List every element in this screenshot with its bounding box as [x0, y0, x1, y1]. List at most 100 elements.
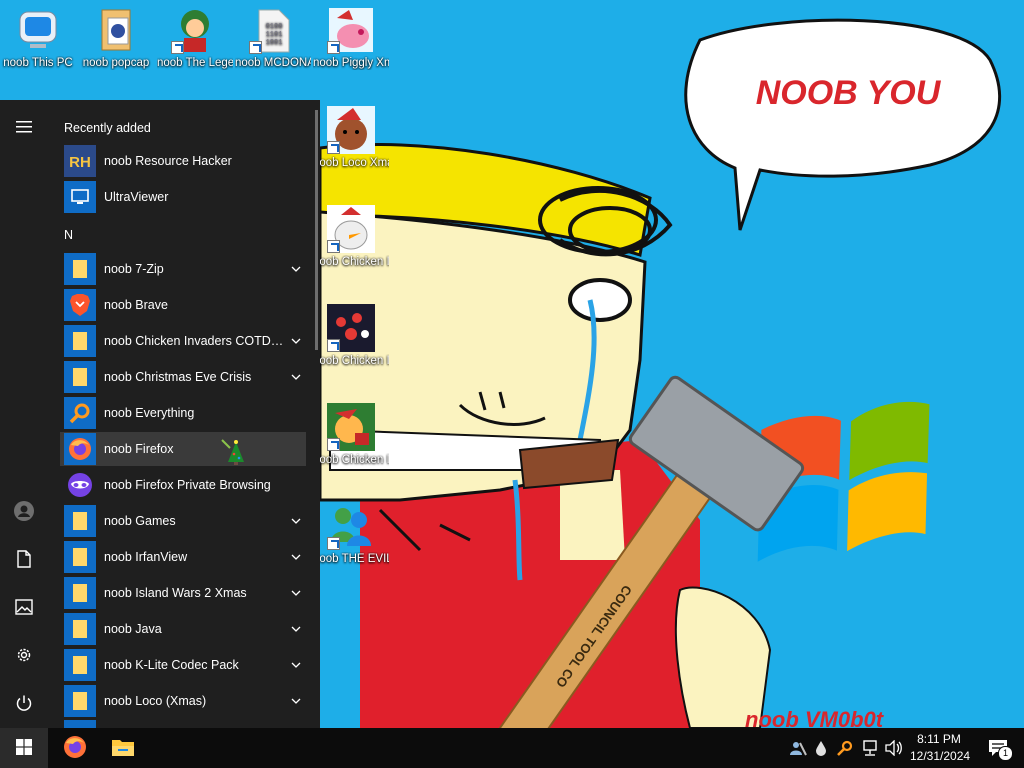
app-item-label: noob Loco (Xmas) [104, 694, 207, 708]
start-button[interactable] [0, 728, 48, 768]
chevron-down-icon[interactable] [286, 576, 306, 610]
chevron-down-icon[interactable] [286, 648, 306, 682]
desktop-icon-mcdona[interactable]: 010011011001 noob MCDONA... [235, 6, 311, 70]
desktop-icon-label: noob Chicken Invaders 3 X... [313, 256, 389, 268]
chevron-down-icon[interactable] [286, 612, 306, 646]
app-item-k-lite[interactable]: noob K-Lite Codec Pack [60, 648, 306, 682]
desktop-icon-this-pc[interactable]: noob This PC [0, 6, 76, 70]
app-item-island-wars[interactable]: noob Island Wars 2 Xmas [60, 576, 306, 610]
chevron-down-icon[interactable] [286, 252, 306, 286]
ultraviewer-icon [64, 181, 96, 213]
chevron-down-icon[interactable] [286, 504, 306, 538]
documents-button[interactable] [0, 540, 48, 580]
settings-button[interactable] [0, 636, 48, 676]
chevron-down-icon[interactable] [286, 360, 306, 394]
user-avatar-icon [14, 500, 34, 524]
chicken-game-icon [327, 205, 375, 253]
app-item-loco-xmas[interactable]: noob Loco (Xmas) [60, 684, 306, 718]
app-item-label: noob Christmas Eve Crisis [104, 370, 252, 384]
tray-droplet-icon[interactable] [810, 728, 832, 768]
desktop-icon-piggly-xmas[interactable]: noob Piggly Xmas [313, 6, 389, 70]
folder-icon [64, 613, 96, 645]
shortcut-arrow-icon [171, 41, 184, 54]
firefox-icon [64, 433, 96, 465]
app-list-scrollbar[interactable] [315, 110, 318, 350]
taskbar-file-explorer-button[interactable] [100, 728, 146, 768]
app-item-label: noob Firefox [104, 442, 174, 456]
chevron-down-icon[interactable] [286, 540, 306, 574]
desktop-icon-evil-green[interactable]: noob THE EVIL GREEN ... [313, 502, 389, 566]
app-item-firefox-private[interactable]: noob Firefox Private Browsing [60, 468, 306, 502]
popcap-folder-icon [92, 6, 140, 54]
folder-icon [64, 361, 96, 393]
brave-lion-icon [64, 289, 96, 321]
speech-text: NOOB YOU [756, 74, 942, 112]
folder-icon [64, 685, 96, 717]
action-center-button[interactable]: 1 [978, 728, 1018, 768]
desktop-icon-label: noob Chicken Invaders 4 X... [313, 454, 389, 466]
folder-icon [64, 649, 96, 681]
desktop-icon-chicken-invaders-4[interactable]: noob Chicken Invaders 4 X... [313, 403, 389, 467]
desktop-icon-chicken-invaders-2[interactable]: noob Chicken Invaders 2 X... [313, 304, 389, 368]
power-button[interactable] [0, 684, 48, 724]
app-item-christmas-eve-crisis[interactable]: noob Christmas Eve Crisis [60, 360, 306, 394]
svg-text:1101: 1101 [266, 31, 283, 39]
desktop-icon-label: noob THE EVIL GREEN ... [313, 553, 389, 565]
expand-menu-button[interactable] [0, 108, 48, 148]
app-item-resource-hacker[interactable]: RH noob Resource Hacker [60, 144, 306, 178]
tray-clock[interactable]: 8:11 PM 12/31/2024 [910, 731, 970, 765]
desktop-icon-popcap[interactable]: noob popcap [78, 6, 154, 70]
shortcut-arrow-icon [327, 141, 340, 154]
shortcut-arrow-icon [249, 41, 262, 54]
app-item-ultraviewer[interactable]: UltraViewer [60, 180, 306, 214]
desktop[interactable]: NOOB YOU COUNCIL TOOL CO noob VM0b0t noo… [0, 0, 1024, 728]
app-item-irfanview[interactable]: noob IrfanView [60, 540, 306, 574]
letter-header-n[interactable]: N [64, 228, 73, 242]
desktop-icon-the-legend[interactable]: noob The Legend ... [157, 6, 233, 70]
app-item-label: noob Java [104, 622, 162, 636]
xmas-tree-cursor-icon [220, 438, 246, 469]
computer-icon [14, 6, 62, 54]
chevron-down-icon[interactable] [286, 324, 306, 358]
shortcut-arrow-icon [327, 537, 340, 550]
start-menu: Recently added RH noob Resource Hacker U… [0, 100, 320, 728]
resource-hacker-icon: RH [64, 145, 96, 177]
app-item-7zip[interactable]: noob 7-Zip [60, 252, 306, 286]
chicken-ships-icon [327, 304, 375, 352]
tray-network-icon[interactable] [858, 728, 882, 768]
people-icon [327, 502, 375, 550]
user-account-button[interactable] [0, 492, 48, 532]
chicken-xmas-icon [327, 403, 375, 451]
folder-icon [64, 505, 96, 537]
private-browsing-mask-icon [64, 469, 96, 501]
app-item-everything[interactable]: noob Everything [60, 396, 306, 430]
tray-volume-icon[interactable] [882, 728, 906, 768]
desktop-icon-label: noob popcap [82, 57, 150, 69]
app-item-chicken-invaders-cotds[interactable]: noob Chicken Invaders COTDS X... [60, 324, 306, 358]
desktop-icon-loco-xmas[interactable]: noob Loco Xmas [313, 106, 389, 170]
folder-icon [64, 541, 96, 573]
app-item-label: noob Chicken Invaders COTDS X... [104, 334, 286, 348]
chevron-down-icon[interactable] [286, 684, 306, 718]
taskbar: 8:11 PM 12/31/2024 1 [0, 728, 1024, 768]
desktop-icon-label: noob Piggly Xmas [313, 57, 389, 69]
pig-game-icon [327, 6, 375, 54]
svg-text:0100: 0100 [266, 23, 283, 31]
app-item-games[interactable]: noob Games [60, 504, 306, 538]
document-icon [17, 549, 31, 571]
pictures-button[interactable] [0, 588, 48, 628]
file-explorer-folder-icon [111, 737, 135, 760]
legend-game-icon [171, 6, 219, 54]
recently-added-header: Recently added [64, 121, 151, 135]
notification-icon: 1 [988, 739, 1013, 761]
clock-time: 8:11 PM [917, 732, 961, 746]
app-item-java[interactable]: noob Java [60, 612, 306, 646]
app-item-firefox[interactable]: noob Firefox [60, 432, 306, 466]
tray-network-people-icon[interactable] [786, 728, 810, 768]
taskbar-firefox-button[interactable] [52, 728, 98, 768]
tray-search-everything-icon[interactable] [834, 728, 856, 768]
app-item-partial[interactable] [60, 720, 306, 728]
magnifier-icon [64, 397, 96, 429]
app-item-brave[interactable]: noob Brave [60, 288, 306, 322]
desktop-icon-chicken-invaders-3[interactable]: noob Chicken Invaders 3 X... [313, 205, 389, 269]
